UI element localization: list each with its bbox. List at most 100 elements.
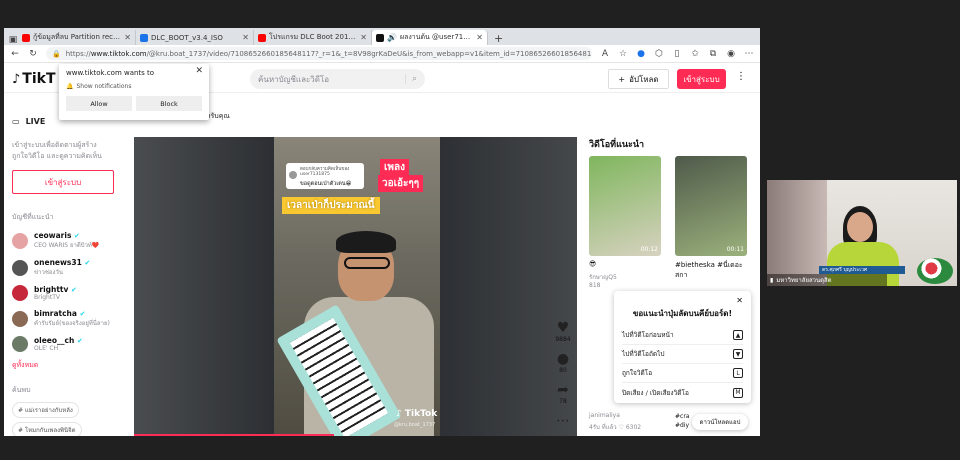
favorite-star-icon[interactable]: ☆ (618, 49, 628, 59)
sidebar: ▭ LIVE เข้าสู่ระบบเพื่อติดตามผู้สร้าง ถูก… (4, 93, 122, 436)
youtube-favicon-icon (258, 33, 266, 42)
settings-more-icon[interactable]: ⋯ (744, 49, 754, 59)
presenter-name-tag: ดร.ศุภศรี บุญประเวศ (819, 266, 905, 274)
upload-button[interactable]: + อัปโหลด (608, 69, 669, 89)
suggested-account[interactable]: onenews31 ✔ ข่าวช่องวัน (12, 258, 114, 277)
webcam-label: ▮ มหาวิทยาลัยสวนดุสิต (767, 274, 887, 286)
video-duration: 00:11 (726, 246, 744, 253)
close-icon[interactable]: ✕ (360, 33, 367, 42)
browser-tab-4-active[interactable]: 🔊 ผลงานต้น @user71319875 บน ✕ (372, 30, 488, 45)
close-icon[interactable]: ✕ (124, 33, 131, 42)
back-arrow-icon[interactable]: ← (10, 49, 20, 59)
extensions-icon[interactable]: ⬡ (654, 49, 664, 59)
tab-bar: ▣ กู้ข้อมูลที่ลบ Partition recovery ด้วย… (4, 28, 760, 45)
live-icon: ▭ (12, 117, 20, 126)
recommended-caption-1[interactable]: 😎 (589, 260, 596, 268)
account-name: oleeo__ch ✔ (34, 336, 83, 345)
recommended-video-2[interactable]: 00:11 (675, 156, 747, 256)
browser-window: ▣ กู้ข้อมูลที่ลบ Partition recovery ด้วย… (4, 28, 760, 436)
tab-title: ผลงานต้น @user71319875 บน (399, 33, 473, 41)
more-button[interactable]: ⋯ (550, 413, 576, 429)
search-placeholder: ค้นหาบัญชีและวิดีโอ (258, 74, 330, 84)
recommended-title: วิดีโอที่แนะนำ (589, 140, 645, 150)
recommended-caption-2[interactable]: #bietheska #นี่เดอะ สกา (675, 260, 753, 280)
comment-button[interactable]: ● 80 (550, 351, 576, 374)
tab-actions-icon[interactable]: ▣ (8, 35, 18, 45)
verified-badge-icon: ✔ (74, 232, 80, 240)
address-bar[interactable]: 🔒 https://www.tiktok.com/@kru.boat_1737/… (46, 47, 592, 60)
login-button[interactable]: เข้าสู่ระบบ (677, 69, 726, 89)
caption-song-name: วอเอ้ะๆๆ (378, 175, 424, 192)
search-icon[interactable]: ⌕ (404, 74, 417, 84)
sidebar-login-button[interactable]: เข้าสู่ระบบ (12, 170, 114, 194)
shortcuts-title: ขอแนะนำปุ่มลัดบนคีย์บอร์ด! (632, 309, 733, 318)
search-box[interactable]: ค้นหาบัญชีและวิดีโอ ⌕ (250, 69, 425, 89)
browser-tab-2[interactable]: DLC_BOOT_v3.4_ISO ✕ (136, 30, 254, 45)
site-favicon-icon (140, 33, 148, 42)
tiktok-logo[interactable]: ♪ TikT (12, 71, 56, 87)
tiktok-favicon-icon (376, 33, 384, 42)
flower-bouquet (917, 258, 953, 284)
browser-tab-3[interactable]: โปรแกรม DLC Boot 2017 แผ่นบูต ✕ (254, 30, 372, 45)
shortcut-row: ปิดเสียง / เปิดเสียงวิดีโอ M (622, 383, 743, 402)
heart-icon: ♥ (556, 320, 570, 336)
up-key-icon: ▲ (733, 330, 743, 340)
discover-title: ค้นพบ (12, 386, 31, 394)
person-glasses (344, 257, 390, 269)
discover-tag[interactable]: # แม่เราอย่างกับหลัง (12, 402, 79, 418)
new-tab-icon[interactable]: + (488, 32, 509, 45)
favorites-icon[interactable]: ✩ (690, 49, 700, 59)
suggested-account[interactable]: brighttv ✔ BrightTV (12, 285, 114, 301)
video-duration: 00:12 (640, 246, 658, 253)
speaker-icon[interactable]: 🔊 (387, 33, 397, 42)
block-button[interactable]: Block (136, 96, 202, 111)
allow-button[interactable]: Allow (66, 96, 132, 111)
close-icon[interactable]: ✕ (195, 66, 203, 76)
tiktok-note-icon: ♪ (12, 71, 21, 87)
close-icon[interactable]: ✕ (476, 33, 483, 42)
presenter-head (847, 212, 873, 242)
collections-icon[interactable]: ⧉ (708, 49, 718, 59)
split-screen-icon[interactable]: ▯ (672, 49, 682, 59)
share-button[interactable]: ➦ 78 (550, 382, 576, 405)
lock-icon[interactable]: 🔒 (52, 50, 61, 58)
account-subtitle: CEO WARIS ยาดีบิวท์❤️ (34, 242, 100, 249)
like-button[interactable]: ♥ 9884 (550, 320, 576, 343)
screen: ▣ กู้ข้อมูลที่ลบ Partition recovery ด้วย… (0, 0, 960, 460)
tab-title: DLC_BOOT_v3.4_ISO (151, 33, 223, 42)
comment-text: ขอดูตอนเป่าตัวเตน😁 (300, 181, 352, 187)
sidebar-login-prompt: เข้าสู่ระบบเพื่อติดตามผู้สร้าง ถูกใจวิดี… (12, 141, 102, 160)
l-key-icon: L (733, 368, 743, 378)
share-icon: ➦ (557, 382, 569, 398)
read-aloud-icon[interactable]: A (600, 49, 610, 59)
bottom-rec-user[interactable]: janimaliya (589, 412, 620, 419)
keyboard-shortcuts-popup: ✕ ขอแนะนำปุ่มลัดบนคีย์บอร์ด! ไปที่วิดีโอ… (614, 291, 751, 403)
verified-badge-icon: ✔ (79, 310, 86, 318)
watermark-handle: @kru.boat_1737 (394, 422, 436, 428)
url-text: https://www.tiktok.com/@kru.boat_1737/vi… (65, 49, 592, 58)
see-all-link[interactable]: ดูทั้งหมด (12, 360, 114, 371)
close-icon[interactable]: ✕ (736, 296, 743, 305)
tab-title: โปรแกรม DLC Boot 2017 แผ่นบูต (269, 33, 357, 41)
reload-icon[interactable]: ↻ (28, 49, 38, 59)
video-progress-bar[interactable] (134, 434, 334, 436)
down-key-icon: ▼ (733, 349, 743, 359)
caption-text: เวลาเป่าก็ประมาณนี้ (282, 197, 380, 214)
video-player[interactable]: ตอบกลับความคิดเห็นของ user7131875 ขอดูตอ… (134, 137, 577, 436)
close-icon[interactable]: ✕ (242, 33, 249, 42)
notification-title: www.tiktok.com wants to (66, 69, 155, 77)
recommended-user-1[interactable]: รักษาญQ5 (589, 272, 617, 282)
profile-avatar-icon[interactable]: ◉ (726, 49, 736, 59)
more-options-icon[interactable]: ⋮ (736, 71, 746, 82)
bell-icon: 🔔 (66, 83, 74, 90)
account-name: bimratcha ✔ (34, 309, 86, 318)
download-app-button[interactable]: ดาวน์โหลดแอป (692, 414, 748, 430)
webcam-feed: ดร.ศุภศรี บุญประเวศ ▮ มหาวิทยาลัยสวนดุสิต (767, 180, 957, 286)
suggested-account[interactable]: ceowaris ✔ CEO WARIS ยาดีบิวท์❤️ (12, 231, 114, 250)
suggested-account[interactable]: oleeo__ch ✔ OLE' CH (12, 336, 114, 352)
recommended-video-1[interactable]: 00:12 (589, 156, 661, 256)
browser-tab-1[interactable]: กู้ข้อมูลที่ลบ Partition recovery ด้วย ✕ (18, 30, 136, 45)
discover-tag[interactable]: # โหมกกันเพลงพินิจิต (12, 422, 82, 436)
drop-icon[interactable]: ● (636, 49, 646, 59)
suggested-account[interactable]: bimratcha ✔ คำรับรัมย์(ของจริงอยู่ที่นี่ล… (12, 309, 114, 328)
